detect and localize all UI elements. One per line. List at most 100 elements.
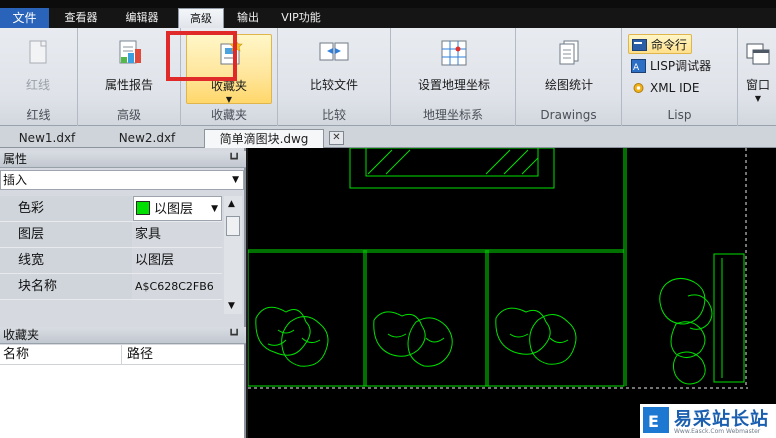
group-title-advanced: 高级 [116,108,141,122]
property-value[interactable]: A$C628C2FB6 [133,274,222,299]
attribute-report-icon [119,40,141,64]
group-geo: 设置地理坐标 地理坐标系 [391,28,516,126]
doc-tab-new1[interactable]: New1.dxf [10,129,84,148]
color-swatch [136,201,150,215]
menu-tab-file[interactable]: 文件 [0,8,49,28]
property-row[interactable]: 块名称 A$C628C2FB6 [0,274,222,300]
xml-ide-label: XML IDE [650,81,700,95]
lisp-debugger-button[interactable]: A LISP调试器 [628,56,715,76]
object-type-value: 插入 [3,173,28,187]
property-row[interactable]: 线宽 以图层 [0,248,222,274]
property-value: 以图层 [154,202,194,217]
lisp-debugger-icon: A [631,59,646,73]
set-geo-coordinates-button[interactable]: 设置地理坐标 [401,34,507,104]
svg-text:E: E [648,412,659,431]
group-title-compare: 比较 [321,108,346,122]
menu-tab-advanced[interactable]: 高级 [178,8,224,30]
color-select[interactable]: 以图层 ▼ [133,196,222,221]
group-title-lisp: Lisp [667,108,692,122]
command-line-button[interactable]: 命令行 [628,34,693,54]
pin-icon[interactable]: ┗┛ [228,327,240,344]
favorites-label: 收藏夹 [210,79,247,93]
column-header-path[interactable]: 路径 [121,345,153,365]
chevron-down-icon: ▼ [225,95,233,104]
redline-label: 红线 [25,78,50,92]
lisp-debugger-label: LISP调试器 [650,59,712,73]
property-key: 线宽 [0,248,132,273]
menu-tab-viewer[interactable]: 查看器 [51,8,111,28]
group-advanced: 属性报告 高级 [78,28,181,126]
doc-tab-new2[interactable]: New2.dxf [110,129,184,148]
group-drawings: 绘图统计 Drawings [516,28,622,126]
favorites-button[interactable]: 收藏夹 ▼ [186,34,272,104]
left-panel: 属性 ┗┛ 插入 ▼ 色彩 以图层 ▼ 图层 家具 线宽 以图层 块名称 A$C6… [0,148,246,438]
set-geo-label: 设置地理坐标 [417,78,490,92]
property-key: 色彩 [0,196,132,221]
property-value[interactable]: 家具 [133,222,222,247]
ribbon: 红线 红线 属性报告 高级 收藏夹 ▼ 收藏夹 比较文件 比较 设置地理坐标 地… [0,28,776,126]
close-icon[interactable]: ✕ [329,131,344,145]
title-strip [0,0,776,8]
xml-ide-icon [633,83,644,93]
favorites-icon [220,39,243,65]
group-lisp: 命令行 A LISP调试器 XML IDE Lisp [622,28,738,126]
cad-plant-group [255,306,329,367]
attribute-report-label: 属性报告 [104,78,153,92]
command-line-icon [632,39,647,51]
redline-doc-icon [29,40,47,64]
property-key: 块名称 [0,274,132,299]
group-redline: 红线 红线 [0,28,78,126]
menu-bar: 文件 查看器 编辑器 高级 输出 VIP功能 [0,8,776,30]
command-line-label: 命令行 [651,38,688,52]
cad-cabinet-inner [365,147,539,177]
cad-drawing [247,147,748,389]
favorites-panel-header: 收藏夹 ┗┛ [0,327,246,344]
property-value[interactable]: 以图层 [133,248,222,273]
group-window: 窗口 ▼ [738,28,776,126]
properties-panel-header: 属性 ┗┛ [0,151,246,168]
cad-plant-group [495,307,577,365]
favorites-column-headers: 名称 路径 [0,345,244,365]
redline-button[interactable]: 红线 [8,34,68,104]
drawing-statistics-button[interactable]: 绘图统计 [530,34,608,104]
group-title-drawings: Drawings [540,108,597,122]
property-key: 图层 [0,222,132,247]
property-row[interactable]: 色彩 以图层 ▼ [0,196,222,222]
compare-files-icon [319,42,349,61]
compare-files-button[interactable]: 比较文件 [290,34,378,104]
scroll-down-icon[interactable]: ▼ [228,301,235,311]
drawing-statistics-label: 绘图统计 [544,78,593,92]
watermark: E 易采站长站 Www.Easck.Com Webmaster [640,404,776,438]
xml-ide-button[interactable]: XML IDE [628,78,703,98]
watermark-url: Www.Easck.Com Webmaster [674,428,761,435]
column-header-name[interactable]: 名称 [0,345,29,365]
pin-icon[interactable]: ┗┛ [228,151,240,168]
menu-tab-output[interactable]: 输出 [228,8,268,28]
attribute-report-button[interactable]: 属性报告 [88,34,170,104]
chevron-down-icon: ▼ [232,175,239,185]
drawing-canvas[interactable] [247,147,776,438]
group-favorites: 收藏夹 ▼ 收藏夹 [181,28,278,126]
properties-scrollbar[interactable]: ▲ ▼ [224,196,242,314]
geo-grid-icon [441,40,467,66]
properties-title: 属性 [3,152,28,166]
menu-tab-vip[interactable]: VIP功能 [272,8,330,28]
group-title-geo: 地理坐标系 [422,108,483,122]
group-compare: 比较文件 比较 [278,28,391,126]
document-tab-bar: New1.dxf New2.dxf 简单滴图块.dwg ✕ [0,126,776,148]
group-title-favorites: 收藏夹 [210,108,247,122]
window-button[interactable]: 窗口 ▼ [740,34,776,104]
object-type-select[interactable]: 插入 ▼ [0,170,244,190]
chevron-down-icon: ▼ [754,94,762,103]
menu-tab-editor[interactable]: 编辑器 [113,8,171,28]
watermark-logo-icon: E [643,407,669,433]
svg-text:A: A [633,63,640,73]
window-icon [746,43,770,65]
compare-files-label: 比较文件 [309,78,358,92]
favorites-list[interactable]: 名称 路径 [0,345,244,438]
window-label: 窗口 [745,78,770,92]
scroll-thumb[interactable] [226,216,240,236]
doc-tab-active[interactable]: 简单滴图块.dwg [204,129,324,148]
property-row[interactable]: 图层 家具 [0,222,222,248]
scroll-up-icon[interactable]: ▲ [228,199,235,209]
